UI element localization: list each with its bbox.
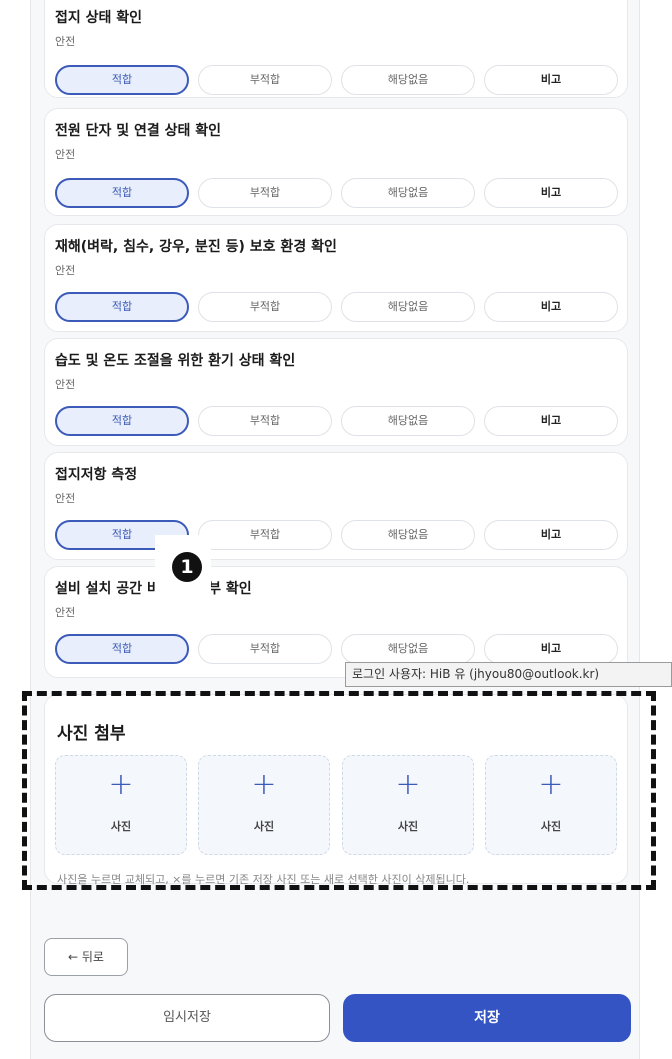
plus-icon: + — [395, 767, 421, 802]
annotation-marker: 1 — [172, 552, 202, 582]
photo-slot-label: 사진 — [397, 820, 419, 833]
photo-slot-label: 사진 — [253, 820, 275, 833]
photo-hint-text: 사진을 누르면 교체되고, ×를 누르면 기존 저장 사진 또는 새로 선택한 … — [57, 873, 470, 886]
checklist-item: 접지 상태 확인 안전 적합 부적합 해당없음 비고 — [44, 0, 628, 98]
item-title: 습도 및 온도 조절을 위한 환기 상태 확인 — [55, 353, 296, 369]
option-remark[interactable]: 비고 — [484, 65, 618, 95]
item-category: 안전 — [55, 492, 76, 505]
option-fit[interactable]: 적합 — [55, 406, 189, 436]
item-category: 안전 — [55, 35, 76, 48]
photo-slot-label: 사진 — [540, 820, 562, 833]
option-na[interactable]: 해당없음 — [341, 178, 475, 208]
item-category: 안전 — [55, 148, 76, 161]
photo-section-title: 사진 첨부 — [57, 724, 126, 744]
option-unfit[interactable]: 부적합 — [198, 634, 332, 664]
checklist-item: 전원 단자 및 연결 상태 확인 안전 적합 부적합 해당없음 비고 — [44, 108, 628, 216]
temp-save-button[interactable]: 임시저장 — [44, 994, 330, 1042]
option-remark[interactable]: 비고 — [484, 406, 618, 436]
photo-slot[interactable]: + 사진 — [485, 755, 617, 855]
plus-icon: + — [538, 767, 564, 802]
checklist-item: 재해(벼락, 침수, 강우, 분진 등) 보호 환경 확인 안전 적합 부적합 … — [44, 224, 628, 332]
item-title: 재해(벼락, 침수, 강우, 분진 등) 보호 환경 확인 — [55, 239, 337, 255]
item-title: 접지 상태 확인 — [55, 10, 143, 26]
option-unfit[interactable]: 부적합 — [198, 292, 332, 322]
option-na[interactable]: 해당없음 — [341, 65, 475, 95]
checklist-item: 접지저항 측정 안전 적합 부적합 해당없음 비고 — [44, 452, 628, 560]
item-category: 안전 — [55, 378, 76, 391]
option-unfit[interactable]: 부적합 — [198, 406, 332, 436]
item-category: 안전 — [55, 606, 76, 619]
option-fit[interactable]: 적합 — [55, 65, 189, 95]
option-remark[interactable]: 비고 — [484, 634, 618, 664]
item-category: 안전 — [55, 264, 76, 277]
checklist-item: 습도 및 온도 조절을 위한 환기 상태 확인 안전 적합 부적합 해당없음 비… — [44, 338, 628, 446]
item-title: 전원 단자 및 연결 상태 확인 — [55, 123, 222, 139]
option-remark[interactable]: 비고 — [484, 520, 618, 550]
photo-slot-label: 사진 — [110, 820, 132, 833]
option-unfit[interactable]: 부적합 — [198, 65, 332, 95]
option-na[interactable]: 해당없음 — [341, 292, 475, 322]
option-na[interactable]: 해당없음 — [341, 406, 475, 436]
option-unfit[interactable]: 부적합 — [198, 178, 332, 208]
option-remark[interactable]: 비고 — [484, 178, 618, 208]
option-remark[interactable]: 비고 — [484, 292, 618, 322]
option-fit[interactable]: 적합 — [55, 178, 189, 208]
option-na[interactable]: 해당없음 — [341, 520, 475, 550]
photo-slot[interactable]: + 사진 — [342, 755, 474, 855]
login-user-tooltip: 로그인 사용자: HiB 유 (jhyou80@outlook.kr) — [345, 662, 672, 687]
option-na[interactable]: 해당없음 — [341, 634, 475, 664]
item-title: 설비 설치 공간 비 동작 여부 확인 — [55, 581, 252, 597]
plus-icon: + — [108, 767, 134, 802]
back-button[interactable]: ← 뒤로 — [44, 938, 128, 976]
option-unfit[interactable]: 부적합 — [198, 520, 332, 550]
item-title: 접지저항 측정 — [55, 467, 138, 483]
option-fit[interactable]: 적합 — [55, 634, 189, 664]
photo-slot[interactable]: + 사진 — [55, 755, 187, 855]
option-fit[interactable]: 적합 — [55, 292, 189, 322]
save-button[interactable]: 저장 — [343, 994, 631, 1042]
photo-slot[interactable]: + 사진 — [198, 755, 330, 855]
photo-attach-card: 사진 첨부 + 사진 + 사진 + 사진 + 사진 사진을 누르면 교체되고, … — [44, 694, 628, 886]
plus-icon: + — [251, 767, 277, 802]
